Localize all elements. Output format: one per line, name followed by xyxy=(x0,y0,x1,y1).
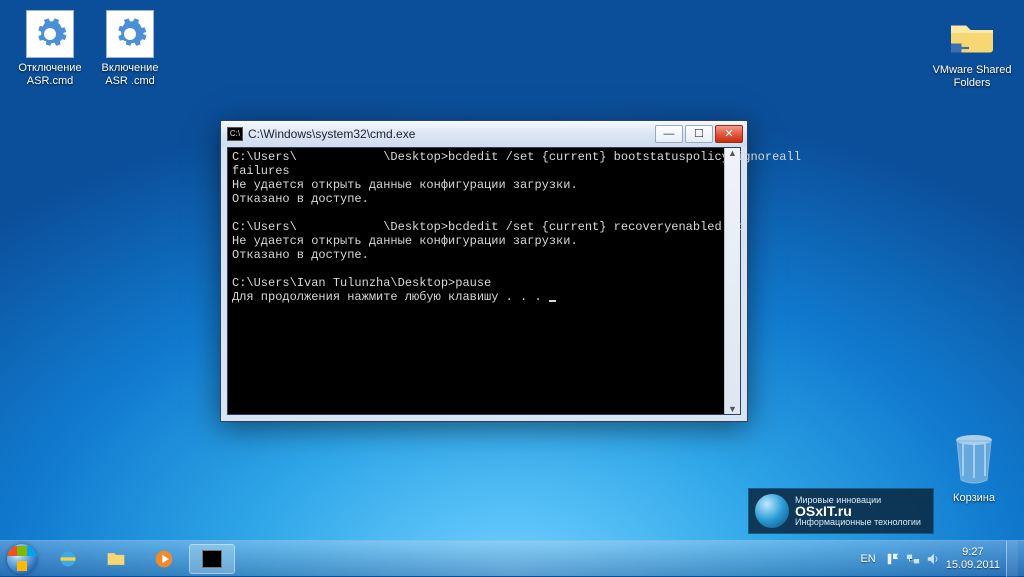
tray-clock[interactable]: 9:27 15.09.2011 xyxy=(946,546,1000,572)
cmd-body[interactable]: C:\Users\ \Desktop>bcdedit /set {current… xyxy=(227,147,741,415)
system-tray[interactable]: EN 9:27 15.09.2011 xyxy=(850,541,1024,576)
recycle-bin-icon xyxy=(949,432,999,484)
tray-date: 15.09.2011 xyxy=(946,559,1000,572)
cmd-scrollbar[interactable] xyxy=(724,148,740,414)
badge-brand: OSxIT.ru xyxy=(795,506,921,517)
desktop-icon-label: Включение ASR .cmd xyxy=(92,62,168,88)
gear-icon xyxy=(26,10,74,58)
desktop-icon-label: VMware Shared Folders xyxy=(930,64,1014,90)
cmd-title-text: C:\Windows\system32\cmd.exe xyxy=(248,127,415,141)
cmd-window[interactable]: C:\ C:\Windows\system32\cmd.exe — ☐ ✕ C:… xyxy=(220,120,748,422)
play-icon xyxy=(153,549,175,569)
folder-icon xyxy=(948,12,996,60)
globe-icon xyxy=(755,494,789,528)
ie-icon xyxy=(57,549,79,569)
badge-line2: Информационные технологии xyxy=(795,517,921,528)
maximize-button[interactable]: ☐ xyxy=(685,125,713,143)
close-button[interactable]: ✕ xyxy=(715,125,743,143)
desktop-icon-label: Отключение ASR.cmd xyxy=(12,62,88,88)
cmd-titlebar[interactable]: C:\ C:\Windows\system32\cmd.exe — ☐ ✕ xyxy=(221,121,747,147)
minimize-button[interactable]: — xyxy=(655,125,683,143)
cmd-icon xyxy=(202,550,222,568)
windows-orb-icon xyxy=(7,544,37,574)
desktop-icon-vmware-shared[interactable]: VMware Shared Folders xyxy=(930,12,1014,90)
start-button[interactable] xyxy=(0,541,44,577)
taskbar-ie[interactable] xyxy=(45,544,91,574)
watermark-badge: Мировые инновации OSxIT.ru Информационны… xyxy=(748,488,934,534)
recycle-bin[interactable]: Корзина xyxy=(938,432,1010,504)
recycle-bin-label: Корзина xyxy=(938,492,1010,504)
tray-volume-icon[interactable] xyxy=(926,552,940,566)
taskbar-cmd[interactable] xyxy=(189,544,235,574)
cmd-output: C:\Users\ \Desktop>bcdedit /set {current… xyxy=(228,148,740,306)
show-desktop-button[interactable] xyxy=(1006,541,1018,577)
language-indicator[interactable]: EN xyxy=(856,553,879,565)
cmd-icon: C:\ xyxy=(227,127,243,141)
taskbar[interactable]: EN 9:27 15.09.2011 xyxy=(0,540,1024,576)
folder-icon xyxy=(105,549,127,569)
desktop-icon-enable-asr[interactable]: Включение ASR .cmd xyxy=(92,10,168,88)
tray-network-icon[interactable] xyxy=(906,552,920,566)
tray-time: 9:27 xyxy=(946,546,1000,559)
desktop-icon-disable-asr[interactable]: Отключение ASR.cmd xyxy=(12,10,88,88)
gear-icon xyxy=(106,10,154,58)
taskbar-wmp[interactable] xyxy=(141,544,187,574)
taskbar-explorer[interactable] xyxy=(93,544,139,574)
tray-flag-icon[interactable] xyxy=(886,552,900,566)
